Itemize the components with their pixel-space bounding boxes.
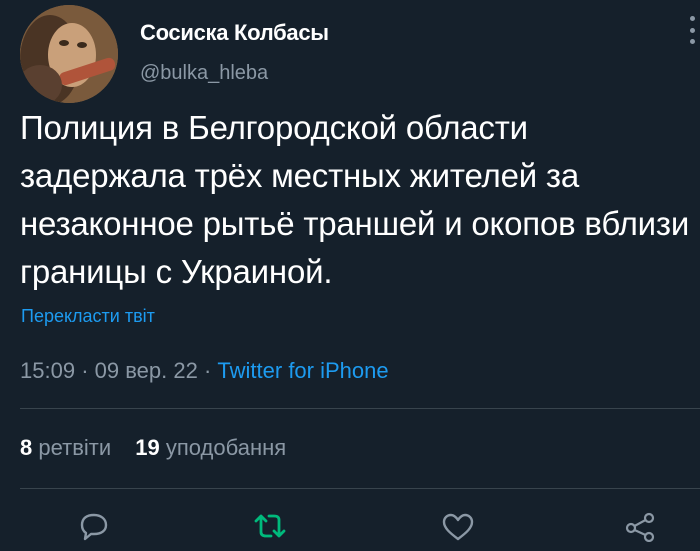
likes-label: уподобання xyxy=(165,435,287,460)
divider xyxy=(20,488,700,489)
more-icon[interactable] xyxy=(688,16,696,44)
tweet-text: Полиция в Белгородской области задержала… xyxy=(20,109,690,290)
tweet-meta: 15:09 · 09 вер. 22 · Twitter for iPhone xyxy=(20,358,389,384)
tweet-date[interactable]: 09 вер. 22 xyxy=(95,358,198,383)
divider xyxy=(20,408,700,409)
translate-tweet-link[interactable]: Перекласти твіт xyxy=(21,306,155,327)
retweets-count: 8 xyxy=(20,435,33,460)
share-button[interactable] xyxy=(620,512,660,548)
author-handle[interactable]: @bulka_hleba xyxy=(140,62,268,85)
likes-count: 19 xyxy=(135,435,160,460)
reply-button[interactable] xyxy=(74,512,114,548)
retweet-icon xyxy=(254,514,286,538)
retweets-label: ретвіти xyxy=(38,435,112,460)
meta-separator: · xyxy=(203,358,218,383)
heart-icon xyxy=(442,513,474,541)
reply-icon xyxy=(80,513,108,541)
tweet-time[interactable]: 15:09 xyxy=(20,358,75,383)
like-button[interactable] xyxy=(438,512,478,548)
avatar[interactable] xyxy=(20,5,118,103)
retweet-button[interactable] xyxy=(250,512,290,548)
avatar-image xyxy=(20,5,118,103)
tweet-stats: 8 ретвіти 19 уподобання xyxy=(20,435,304,461)
meta-separator: · xyxy=(81,358,95,383)
author-name[interactable]: Сосиска Колбасы xyxy=(140,20,329,46)
retweets-stat[interactable]: 8 ретвіти xyxy=(20,435,117,460)
share-icon xyxy=(625,512,655,542)
likes-stat[interactable]: 19 уподобання xyxy=(135,435,286,460)
tweet-source[interactable]: Twitter for iPhone xyxy=(217,358,388,383)
